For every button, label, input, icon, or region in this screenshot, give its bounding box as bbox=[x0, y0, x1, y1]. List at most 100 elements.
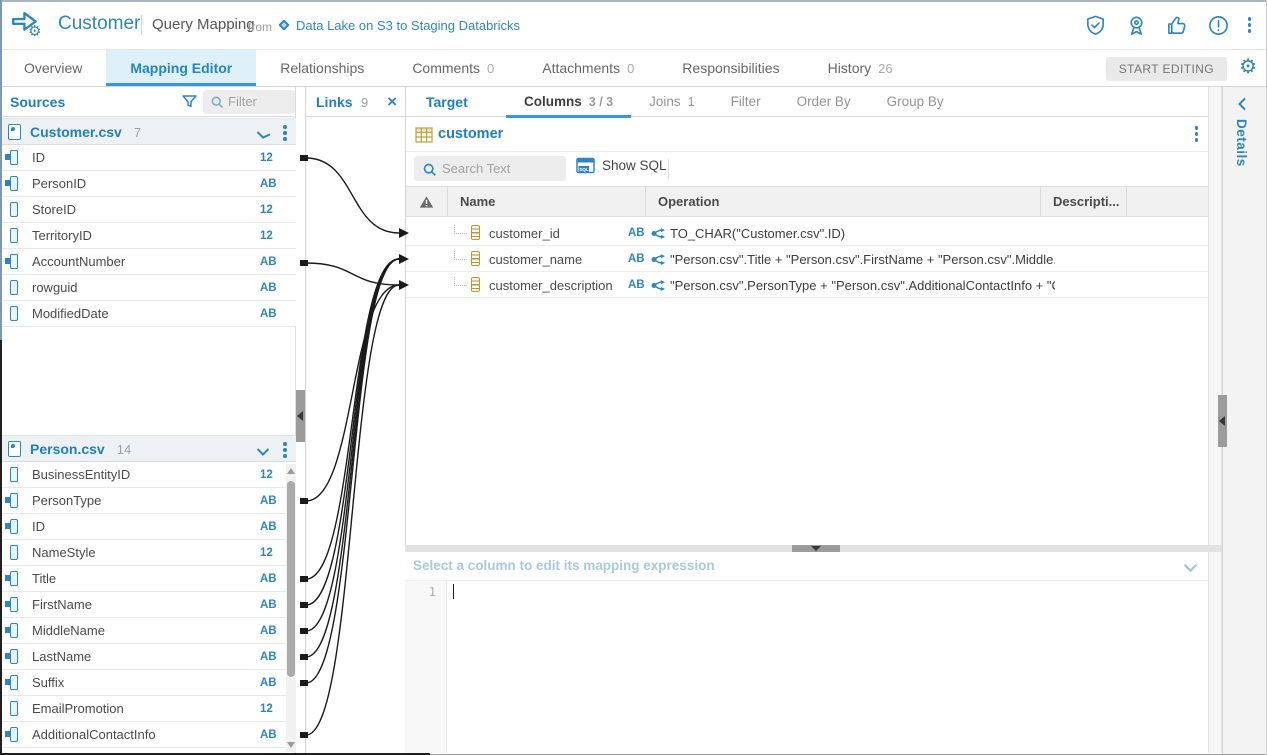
chevron-down-icon[interactable] bbox=[1183, 560, 1198, 578]
type-badge: 12 bbox=[260, 230, 273, 242]
thumbs-up-icon[interactable] bbox=[1166, 13, 1190, 37]
source-table-kebab-icon[interactable] bbox=[283, 442, 287, 458]
column-icon bbox=[10, 202, 18, 217]
target-tab-columns[interactable]: Columns3 / 3 bbox=[506, 87, 631, 117]
splitter-handle[interactable] bbox=[792, 545, 840, 552]
start-editing-button[interactable]: START EDITING bbox=[1106, 57, 1227, 81]
source-column-row[interactable]: TerritoryID12 bbox=[0, 223, 296, 249]
source-table-kebab-icon[interactable] bbox=[283, 125, 287, 141]
tab-responsibilities[interactable]: Responsibilities bbox=[658, 50, 803, 86]
csv-file-icon bbox=[8, 441, 21, 457]
source-column-row[interactable]: StoreID12 bbox=[0, 197, 296, 223]
column-linked-icon bbox=[10, 176, 18, 191]
mapping-path-link[interactable]: Data Lake on S3 to Staging Databricks bbox=[296, 18, 520, 33]
tree-connector bbox=[454, 233, 467, 234]
target-tab-joins[interactable]: Joins1 bbox=[631, 87, 712, 117]
header-kebab-menu-icon[interactable] bbox=[1248, 17, 1252, 33]
target-search-input[interactable] bbox=[442, 157, 558, 179]
alert-circle-icon[interactable] bbox=[1207, 13, 1231, 37]
target-tab-order-by[interactable]: Order By bbox=[779, 87, 869, 117]
show-sql-button[interactable]: SQL Show SQL bbox=[576, 157, 667, 174]
certification-badge-icon[interactable] bbox=[1125, 13, 1149, 37]
source-table-name: Customer.csv7 bbox=[30, 124, 141, 140]
sources-panel-collapse-handle[interactable] bbox=[296, 390, 305, 442]
type-badge: AB bbox=[260, 625, 277, 637]
tab-comments[interactable]: Comments0 bbox=[388, 50, 518, 86]
target-grid-rows: customer_id AB TO_CHAR("Customer.csv".ID… bbox=[406, 220, 1208, 298]
tab-attachments[interactable]: Attachments0 bbox=[518, 50, 658, 86]
target-column-row[interactable]: customer_id AB TO_CHAR("Customer.csv".ID… bbox=[406, 220, 1208, 246]
source-column-row[interactable]: LastNameAB bbox=[0, 644, 296, 670]
settings-gear-icon[interactable]: ⚙ bbox=[1239, 54, 1257, 79]
source-column-row[interactable]: NameStyle12 bbox=[0, 540, 296, 566]
type-badge: AB bbox=[260, 729, 277, 741]
shield-check-icon[interactable] bbox=[1084, 13, 1108, 37]
text-caret bbox=[453, 584, 454, 599]
scrollbar-down-arrow[interactable] bbox=[287, 742, 295, 748]
expression-code-area[interactable]: 1 bbox=[405, 580, 1208, 753]
source-column-row[interactable]: SuffixAB bbox=[0, 670, 296, 696]
target-table-kebab-icon[interactable] bbox=[1195, 126, 1199, 142]
type-badge: AB bbox=[628, 227, 645, 239]
tab-mapping-editor[interactable]: Mapping Editor bbox=[106, 50, 256, 86]
chevron-left-icon[interactable] bbox=[1237, 97, 1247, 116]
close-icon[interactable]: × bbox=[387, 92, 397, 112]
target-tab-filter[interactable]: Filter bbox=[713, 87, 779, 117]
source-column-row[interactable]: AdditionalContactInfoAB bbox=[0, 722, 296, 748]
tab-overview[interactable]: Overview bbox=[0, 50, 106, 86]
tab-relationships[interactable]: Relationships bbox=[256, 50, 388, 86]
links-panel-header: Links 9 × bbox=[306, 87, 405, 117]
operation-column-header[interactable]: Operation bbox=[646, 187, 1041, 216]
warning-column-header[interactable] bbox=[406, 187, 448, 216]
column-icon bbox=[10, 228, 18, 243]
person-list-scrollbar[interactable] bbox=[286, 464, 296, 752]
type-badge: AB bbox=[260, 599, 277, 611]
target-column-row[interactable]: customer_description AB "Person.csv".Per… bbox=[406, 272, 1208, 298]
sources-panel-header: Sources bbox=[0, 87, 295, 117]
scrollbar-up-arrow[interactable] bbox=[287, 468, 295, 474]
filter-funnel-icon[interactable] bbox=[181, 93, 198, 115]
type-badge: 12 bbox=[260, 152, 273, 164]
source-table-name: Person.csv14 bbox=[30, 441, 131, 457]
column-linked-icon bbox=[10, 254, 18, 269]
type-badge: AB bbox=[628, 253, 645, 265]
source-column-row[interactable]: PersonIDAB bbox=[0, 171, 296, 197]
from-label: from bbox=[248, 20, 272, 34]
scrollbar-thumb[interactable] bbox=[287, 481, 295, 677]
sources-filter-input[interactable] bbox=[228, 91, 290, 112]
sources-filter-box bbox=[203, 90, 295, 114]
source-column-row[interactable]: FirstNameAB bbox=[0, 592, 296, 618]
source-table-header-person[interactable]: Person.csv14 bbox=[0, 435, 296, 462]
tree-connector bbox=[454, 259, 467, 260]
source-column-row[interactable]: ModifiedDateAB bbox=[0, 301, 296, 327]
sources-title: Sources bbox=[10, 94, 65, 110]
column-icon bbox=[10, 306, 18, 321]
source-column-row[interactable]: AccountNumberAB bbox=[0, 249, 296, 275]
target-toolbar: SQL Show SQL bbox=[406, 152, 1208, 186]
description-column-header[interactable]: Descripti... bbox=[1041, 187, 1127, 216]
target-table-name: customer bbox=[438, 126, 503, 142]
source-column-row[interactable]: PersonTypeAB bbox=[0, 488, 296, 514]
editor-splitter[interactable] bbox=[405, 545, 1222, 552]
source-table-header-customer[interactable]: Customer.csv7 bbox=[0, 118, 296, 145]
column-icon bbox=[10, 545, 18, 560]
source-column-row[interactable]: rowguidAB bbox=[0, 275, 296, 301]
source-column-row[interactable]: TitleAB bbox=[0, 566, 296, 592]
customer-csv-column-list: ID12 PersonIDAB StoreID12 TerritoryID12 … bbox=[0, 145, 296, 327]
chevron-down-icon[interactable] bbox=[256, 444, 270, 462]
history-count: 26 bbox=[878, 61, 892, 76]
source-column-row[interactable]: MiddleNameAB bbox=[0, 618, 296, 644]
expression-editor-header: Select a column to edit its mapping expr… bbox=[405, 552, 1208, 580]
chevron-down-icon[interactable] bbox=[256, 127, 270, 145]
tab-history[interactable]: History26 bbox=[804, 50, 917, 86]
source-column-row[interactable]: ID12 bbox=[0, 145, 296, 171]
details-side-panel[interactable]: Details bbox=[1222, 87, 1267, 755]
name-column-header[interactable]: Name bbox=[448, 187, 646, 216]
target-tab-group-by[interactable]: Group By bbox=[869, 87, 962, 117]
details-panel-collapse-handle[interactable] bbox=[1218, 395, 1227, 447]
source-column-row[interactable]: EmailPromotion12 bbox=[0, 696, 296, 722]
source-column-row[interactable]: BusinessEntityID12 bbox=[0, 462, 296, 488]
target-column-row[interactable]: customer_name AB "Person.csv".Title + "P… bbox=[406, 246, 1208, 272]
title-divider bbox=[141, 15, 142, 35]
source-column-row[interactable]: IDAB bbox=[0, 514, 296, 540]
